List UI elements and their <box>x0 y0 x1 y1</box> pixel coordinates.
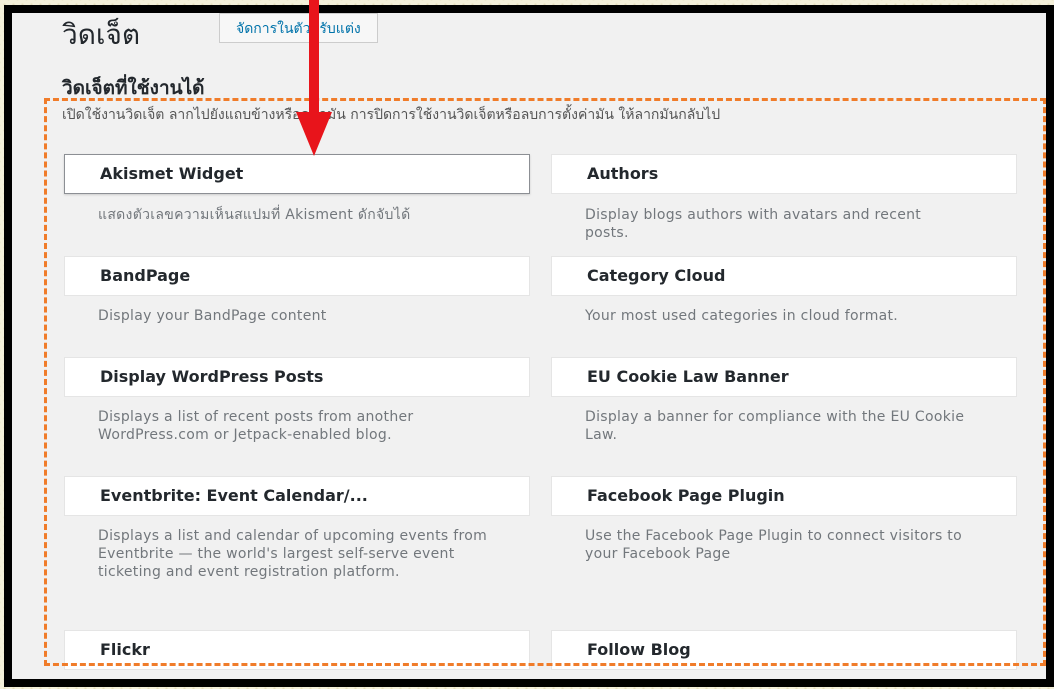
widget-bandpage[interactable]: BandPage <box>64 256 530 296</box>
widget-eventbrite[interactable]: Eventbrite: Event Calendar/... <box>64 476 530 516</box>
available-widgets-description: เปิดใช้งานวิดเจ็ต ลากไปยังแถบข้างหรือคลิ… <box>62 107 721 123</box>
widget-display-wordpress-posts[interactable]: Display WordPress Posts <box>64 357 530 397</box>
widget-authors-description: Display blogs authors with avatars and r… <box>585 207 922 241</box>
widget-akismet-description: แสดงตัวเลขความเห็นสแปมที่ Akisment ดักจั… <box>98 207 411 223</box>
widget-display-wordpress-posts-description: Displays a list of recent posts from ano… <box>98 409 414 443</box>
widget-eu-cookie-law-banner[interactable]: EU Cookie Law Banner <box>551 357 1017 397</box>
widget-flickr[interactable]: Flickr <box>64 630 530 670</box>
available-widgets-heading: วิดเจ็ตที่ใช้งานได้ <box>62 77 205 99</box>
page-title: วิดเจ็ต <box>62 18 141 51</box>
widget-category-cloud[interactable]: Category Cloud <box>551 256 1017 296</box>
widget-bandpage-description: Display your BandPage content <box>98 308 327 324</box>
screenshot-frame: วิดเจ็ต จัดการในตัวปรับแต่ง วิดเจ็ตที่ใช… <box>4 5 1054 687</box>
widget-facebook-page-plugin-description: Use the Facebook Page Plugin to connect … <box>585 528 962 562</box>
widget-akismet[interactable]: Akismet Widget <box>64 154 530 194</box>
widget-authors[interactable]: Authors <box>551 154 1017 194</box>
widget-facebook-page-plugin[interactable]: Facebook Page Plugin <box>551 476 1017 516</box>
widget-follow-blog[interactable]: Follow Blog <box>551 630 1017 670</box>
widget-eu-cookie-law-banner-description: Display a banner for compliance with the… <box>585 409 965 443</box>
manage-in-customizer-button[interactable]: จัดการในตัวปรับแต่ง <box>219 13 378 43</box>
widget-category-cloud-description: Your most used categories in cloud forma… <box>585 308 899 324</box>
widget-eventbrite-description: Displays a list and calendar of upcoming… <box>98 528 488 580</box>
